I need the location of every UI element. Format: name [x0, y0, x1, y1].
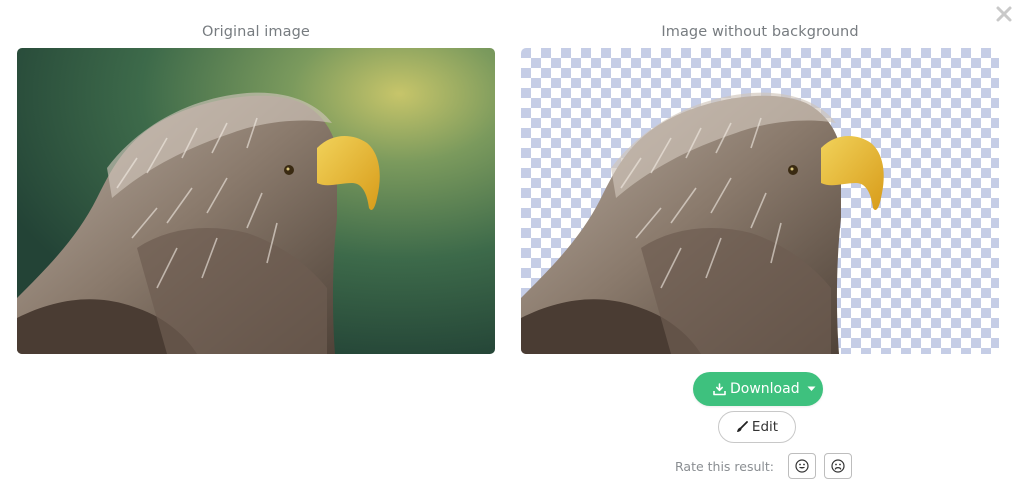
original-image [17, 48, 495, 354]
download-button[interactable]: Download [693, 372, 800, 406]
frown-icon [831, 459, 845, 473]
download-label: Download [730, 381, 800, 397]
rating-row: Rate this result: [660, 452, 852, 480]
caret-down-icon [807, 386, 816, 391]
download-options-toggle[interactable] [800, 372, 823, 406]
brush-icon [736, 421, 748, 432]
rating-label: Rate this result: [675, 458, 774, 474]
rate-negative-button[interactable] [824, 453, 852, 479]
background-removal-dialog: Original image Image without background [0, 0, 1024, 500]
download-icon [713, 382, 726, 395]
smile-icon [795, 459, 809, 473]
rate-positive-button[interactable] [788, 453, 816, 479]
result-image-title: Image without background [661, 24, 859, 40]
close-button[interactable] [993, 3, 1015, 25]
edit-label: Edit [751, 419, 779, 435]
original-image-title: Original image [202, 24, 310, 40]
result-image [521, 48, 999, 354]
download-split-button: Download [693, 372, 823, 406]
close-icon [996, 6, 1012, 22]
edit-button[interactable]: Edit [718, 411, 796, 443]
